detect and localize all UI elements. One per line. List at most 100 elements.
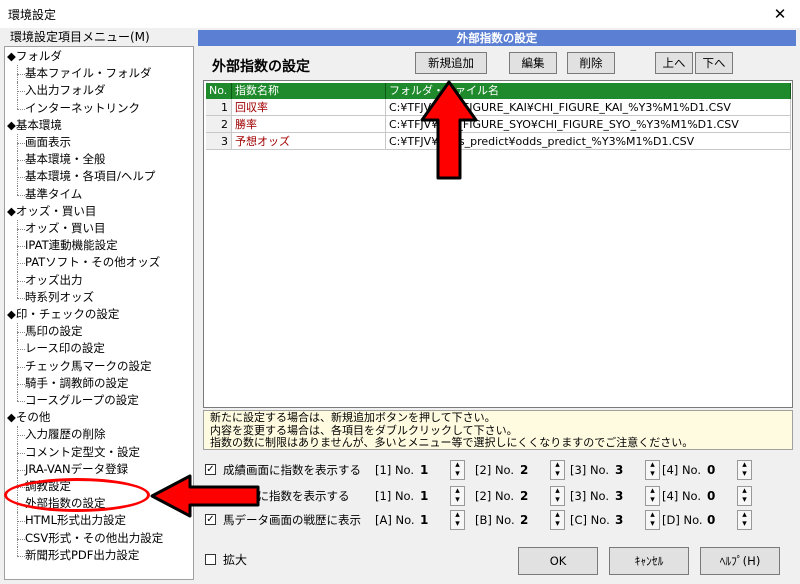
tree-connector xyxy=(17,297,25,299)
index-slot-value[interactable]: 0 xyxy=(707,510,715,530)
grid-header-no: No. xyxy=(206,83,232,99)
index-slot-value[interactable]: 0 xyxy=(707,486,715,506)
zoom-checkbox[interactable] xyxy=(205,554,216,565)
menu-item[interactable]: コースグループの設定 xyxy=(5,392,139,409)
menu-item[interactable]: 基本ファイル・フォルダ xyxy=(5,65,152,82)
menu-item[interactable]: 画面表示 xyxy=(5,134,71,151)
index-slot-value[interactable]: 3 xyxy=(615,460,623,480)
menu-category[interactable]: ◆基本環境 xyxy=(5,117,62,134)
tree-connector xyxy=(17,469,25,471)
tree-connector xyxy=(17,160,25,162)
menu-item[interactable]: 基本環境・各項目/ヘルプ xyxy=(5,168,155,185)
index-slot-value[interactable]: 3 xyxy=(615,486,623,506)
grid-cell-no[interactable]: 3 xyxy=(206,133,232,150)
ok-button[interactable]: OK xyxy=(518,547,598,575)
tree-connector xyxy=(17,288,18,298)
cancel-button[interactable]: ｷｬﾝｾﾙ xyxy=(609,547,689,575)
spin-button-icon[interactable]: ▴ ▾ xyxy=(450,510,465,530)
info-box: 新たに設定する場合は、新規追加ボタンを押して下さい。 内容を変更する場合は、各項… xyxy=(203,410,793,450)
menu-category[interactable]: ◆その他 xyxy=(5,409,50,426)
tree-connector xyxy=(17,246,25,248)
index-slot-value[interactable]: 3 xyxy=(615,510,623,530)
menu-item[interactable]: インターネットリンク xyxy=(5,100,140,117)
menu-category[interactable]: ◆オッズ・買い目 xyxy=(5,203,96,220)
menu-category[interactable]: ◆印・チェックの設定 xyxy=(5,306,119,323)
spin-button-icon[interactable]: ▴ ▾ xyxy=(737,510,752,530)
index-slot-value[interactable]: 0 xyxy=(707,460,715,480)
tree-connector xyxy=(17,512,18,530)
red-arrow-up-icon xyxy=(420,80,478,180)
spin-button-icon[interactable]: ▴ ▾ xyxy=(550,510,565,530)
spin-button-icon[interactable]: ▴ ▾ xyxy=(645,486,660,506)
window-title: 環境設定 xyxy=(8,8,57,22)
tree-connector xyxy=(17,220,18,238)
index-slot-label: [3] No. xyxy=(570,463,610,477)
spin-button-icon[interactable]: ▴ ▾ xyxy=(550,486,565,506)
menu-item[interactable]: 新聞形式PDF出力設定 xyxy=(5,547,139,564)
edit-button[interactable]: 編集 xyxy=(509,52,557,74)
tree-connector xyxy=(17,452,25,454)
menu-item[interactable]: PATソフト・その他オッズ xyxy=(5,254,160,271)
tree-connector xyxy=(17,349,25,351)
tree-connector xyxy=(17,332,25,334)
help-button[interactable]: ﾍﾙﾌﾟ(H) xyxy=(700,547,780,575)
index-slot-value[interactable]: 1 xyxy=(420,460,428,480)
index-slot-value[interactable]: 2 xyxy=(520,486,528,506)
menu-item[interactable]: CSV形式・その他出力設定 xyxy=(5,530,163,547)
menu-category[interactable]: ◆フォルダ xyxy=(5,48,62,65)
tree-connector xyxy=(17,185,18,195)
info-line: 指数の数に制限はありませんが、多いとメニュー等で選択しにくくなりますのでご注意く… xyxy=(210,436,694,449)
spin-button-icon[interactable]: ▴ ▾ xyxy=(645,510,660,530)
index-slot-label: [B] No. xyxy=(475,513,515,527)
index-slot-label: [3] No. xyxy=(570,489,610,503)
tree-connector xyxy=(17,435,25,437)
close-icon[interactable]: ✕ xyxy=(768,3,792,25)
tree-connector xyxy=(17,82,18,100)
index-slot-value[interactable]: 2 xyxy=(520,510,528,530)
index-slot-label: [1] No. xyxy=(375,463,415,477)
display-option-row: ✓出馬表に指数を表示する[1] No.1▴▾[2] No.2▴▾[3] No.3… xyxy=(203,486,793,506)
tree-connector xyxy=(17,280,25,282)
grid-cell-name[interactable]: 勝率 xyxy=(232,116,386,133)
tree-connector xyxy=(17,374,18,392)
menu-item[interactable]: チェック馬マークの設定 xyxy=(5,358,152,375)
delete-button[interactable]: 削除 xyxy=(567,52,615,74)
index-slot-label: [4] No. xyxy=(662,463,702,477)
tree-connector xyxy=(17,323,18,341)
tree-connector xyxy=(17,168,18,186)
add-new-button[interactable]: 新規追加 xyxy=(415,52,487,74)
index-slot-label: [4] No. xyxy=(662,489,702,503)
index-slot-value[interactable]: 1 xyxy=(420,486,428,506)
display-option-row: ✓ 成績画面に指数を表示する [1] No. 1 ▴ ▾ [2] No. 2 ▴ ▾ [3] No.… xyxy=(203,460,793,480)
menu-header: 環境設定項目メニュー(M) xyxy=(4,28,200,46)
index-grid[interactable]: No. 指数名称 フォルダ・ファイル名 1回収率C:¥TFJV¥CHI_FIGU… xyxy=(203,80,793,408)
spin-button-icon[interactable]: ▴ ▾ xyxy=(737,460,752,480)
index-slot-label: [1] No. xyxy=(375,489,415,503)
menu-item[interactable]: コメント定型文・設定 xyxy=(5,444,140,461)
tree-connector xyxy=(17,91,25,93)
tree-connector xyxy=(17,521,25,523)
tree-connector xyxy=(17,426,18,444)
spin-button-icon[interactable]: ▴ ▾ xyxy=(645,460,660,480)
zoom-option[interactable]: 拡大 xyxy=(203,550,303,570)
move-up-button[interactable]: 上へ xyxy=(655,52,693,74)
index-slot-value[interactable]: 1 xyxy=(420,510,428,530)
grid-cell-no[interactable]: 1 xyxy=(206,99,232,116)
tree-connector xyxy=(17,460,18,478)
tree-connector xyxy=(17,401,25,402)
tree-connector xyxy=(17,237,18,255)
grid-cell-name[interactable]: 回収率 xyxy=(232,99,386,116)
tree-connector xyxy=(17,151,18,169)
index-slot-value[interactable]: 2 xyxy=(520,460,528,480)
tree-connector xyxy=(17,65,18,83)
move-down-button[interactable]: 下へ xyxy=(695,52,733,74)
spin-button-icon[interactable]: ▴ ▾ xyxy=(737,486,752,506)
section-title: 外部指数の設定 xyxy=(212,59,310,75)
spin-button-icon[interactable]: ▴ ▾ xyxy=(450,460,465,480)
tree-connector xyxy=(17,555,25,557)
grid-cell-no[interactable]: 2 xyxy=(206,116,232,133)
tree-connector xyxy=(17,366,25,368)
spin-button-icon[interactable]: ▴ ▾ xyxy=(450,486,465,506)
grid-cell-name[interactable]: 予想オッズ xyxy=(232,133,386,150)
spin-button-icon[interactable]: ▴ ▾ xyxy=(550,460,565,480)
